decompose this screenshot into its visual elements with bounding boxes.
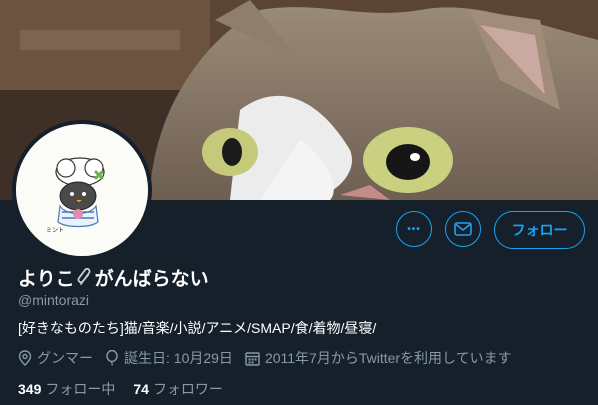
- followers-label: フォロワー: [152, 381, 223, 397]
- following-label: フォロー中: [45, 381, 116, 397]
- location-text: グンマー: [37, 350, 93, 366]
- followers-count: 74: [133, 381, 149, 397]
- balloon-icon: [106, 350, 118, 366]
- joined-text: 2011年7月からTwitterを利用しています: [264, 350, 512, 366]
- profile-bio: [好きなものたち]猫/音楽/小説/アニメ/SMAP/食/着物/昼寝/: [18, 320, 377, 336]
- followers-link[interactable]: 74 フォロワー: [133, 379, 223, 399]
- birthday-text: 誕生日: 10月29日: [124, 350, 233, 366]
- joined-date: 2011年7月からTwitterを利用しています: [245, 348, 512, 368]
- more-button[interactable]: •••: [396, 211, 432, 247]
- display-name-suffix: がんばらない: [94, 269, 209, 290]
- paperclip-icon: [77, 267, 91, 285]
- follow-button[interactable]: フォロー: [494, 211, 585, 249]
- birthday: 誕生日: 10月29日: [105, 348, 233, 368]
- avatar[interactable]: ミント: [12, 120, 152, 260]
- following-link[interactable]: 349 フォロー中: [18, 379, 115, 399]
- location: グンマー: [18, 348, 93, 368]
- message-button[interactable]: [445, 211, 481, 247]
- svg-text:ミント: ミント: [46, 227, 64, 234]
- calendar-icon: [245, 351, 260, 366]
- location-pin-icon: [18, 350, 32, 366]
- following-count: 349: [18, 381, 42, 397]
- profile-stats: 349 フォロー中 74 フォロワー: [18, 379, 241, 399]
- more-icon: •••: [407, 223, 421, 235]
- user-handle: @mintorazi: [18, 292, 90, 308]
- display-name-prefix: よりこ: [18, 269, 75, 290]
- display-name: よりこ がんばらない: [18, 264, 209, 291]
- profile-meta: グンマー 誕生日: 10月29日 2011年7月からTwitterを利用していま…: [18, 348, 524, 368]
- penguin-chef-drawing: ミント: [16, 124, 148, 256]
- envelope-icon: [454, 222, 472, 236]
